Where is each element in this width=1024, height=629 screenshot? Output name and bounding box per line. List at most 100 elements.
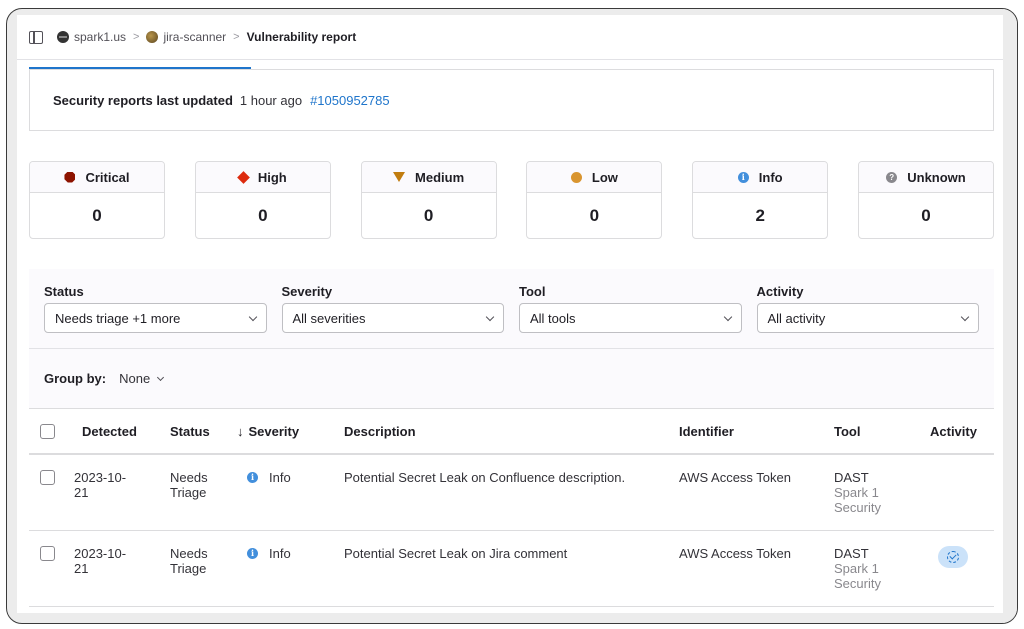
unknown-severity-icon: ? — [886, 171, 898, 183]
filter-label: Tool — [519, 284, 546, 299]
description-link[interactable]: Potential Secret Leak on Jira comment — [344, 546, 679, 561]
severity-value: i Info — [237, 546, 344, 561]
vulnerability-table: Detected Status ↓ Severity Description Id… — [29, 409, 994, 607]
severity-card-unknown: ? Unknown 0 — [857, 161, 994, 239]
tool-filter: Tool All tools — [519, 284, 742, 348]
chevron-right-icon: > — [233, 31, 240, 43]
severity-card-count: 0 — [258, 206, 268, 225]
row-checkbox[interactable] — [40, 546, 55, 561]
status-value: Needs Triage — [170, 546, 237, 576]
chevron-down-icon — [485, 312, 495, 321]
severity-card-label: Medium — [415, 169, 465, 185]
severity-value: i Info — [237, 470, 344, 485]
filter-value: All tools — [530, 310, 576, 326]
column-header-severity[interactable]: ↓ Severity — [237, 424, 344, 439]
severity-card-high: High 0 — [194, 161, 331, 239]
column-header-activity: Activity — [930, 423, 977, 439]
tool-filter-dropdown[interactable]: All tools — [519, 303, 742, 333]
status-part: Needs — [170, 470, 208, 485]
severity-card-label: Critical — [85, 169, 130, 185]
detected-date: 2023-10- 21 — [74, 470, 170, 500]
severity-filter-dropdown[interactable]: All severities — [281, 303, 504, 333]
pipeline-link[interactable]: #1050952785 — [310, 93, 390, 108]
row-checkbox[interactable] — [40, 470, 55, 485]
status-filter-dropdown[interactable]: Needs triage +1 more — [44, 303, 267, 333]
detected-date-part: 2023-10- — [74, 470, 127, 485]
severity-card-critical: Critical 0 — [29, 161, 165, 239]
group-by-value: None — [119, 371, 151, 386]
project-avatar-icon — [146, 31, 159, 43]
column-header-identifier[interactable]: Identifier — [679, 424, 834, 439]
high-severity-icon — [236, 170, 250, 184]
vertical-scrollbar[interactable] — [1003, 9, 1017, 623]
severity-card-info: i Info 2 — [692, 161, 829, 239]
severity-summary: Critical 0 High 0 Medium 0 Low 0 i Info 2… — [29, 161, 994, 239]
status-part: Triage — [170, 561, 207, 576]
description-link[interactable]: Potential Secret Leak on Confluence desc… — [344, 470, 679, 485]
status-part: Triage — [170, 485, 207, 500]
filter-value: All activity — [767, 310, 826, 326]
chevron-down-icon — [723, 312, 732, 321]
breadcrumb-project-link[interactable]: jira-scanner — [163, 30, 226, 44]
severity-card-medium: Medium 0 — [360, 161, 497, 239]
group-by-label: Group by: — [44, 371, 107, 386]
identifier-value: AWS Access Token — [679, 546, 791, 561]
severity-card-count: 2 — [755, 206, 765, 225]
tool-name: DAST — [834, 546, 869, 561]
severity-card-label: Info — [758, 169, 783, 185]
top-bar: spark1.us > jira-scanner > Vulnerability… — [17, 15, 1003, 60]
column-header-status[interactable]: Status — [170, 424, 237, 439]
column-header-tool[interactable]: Tool — [834, 424, 930, 439]
severity-filter: Severity All severities — [281, 284, 504, 348]
column-header-label: Severity — [248, 423, 300, 439]
group-by-bar: Group by: None — [29, 349, 994, 409]
chevron-right-icon: > — [133, 31, 140, 43]
table-row: 2023-10- 21 Needs Triage i Info Potential S… — [29, 455, 994, 531]
info-severity-icon: i — [737, 171, 749, 183]
critical-severity-icon — [64, 171, 76, 183]
detected-date-part: 21 — [74, 485, 89, 500]
filter-label: Status — [44, 284, 84, 299]
identifier-value: AWS Access Token — [679, 470, 791, 485]
detected-date-part: 2023-10- — [74, 546, 127, 561]
table-row: 2023-10- 21 Needs Triage i Info Potential S… — [29, 531, 994, 607]
status-filter: Status Needs triage +1 more — [44, 284, 267, 348]
report-updated-time: 1 hour ago — [239, 92, 303, 108]
severity-label: Info — [269, 470, 291, 485]
detected-date: 2023-10- 21 — [74, 546, 170, 576]
info-severity-icon: i — [247, 548, 258, 559]
severity-label: Info — [269, 546, 291, 561]
low-severity-icon — [570, 171, 582, 183]
resolved-activity-badge[interactable] — [938, 546, 968, 568]
severity-card-label: Low — [591, 169, 618, 185]
filter-value: Needs triage +1 more — [55, 310, 181, 326]
report-updated-label: Security reports last updated — [53, 92, 233, 108]
group-by-dropdown[interactable]: None — [119, 371, 165, 386]
select-all-checkbox[interactable] — [40, 423, 55, 439]
tool-value: DAST Spark 1 Security — [834, 470, 930, 515]
severity-card-count: 0 — [92, 206, 102, 225]
tool-vendor: Spark 1 — [834, 485, 879, 500]
filter-label: Severity — [281, 284, 333, 299]
column-header-detected[interactable]: Detected — [74, 424, 170, 439]
tool-value: DAST Spark 1 Security — [834, 546, 930, 591]
breadcrumb-group-link[interactable]: spark1.us — [74, 30, 126, 44]
info-severity-icon: i — [247, 472, 258, 483]
detected-date-part: 21 — [74, 561, 89, 576]
activity-filter-dropdown[interactable]: All activity — [756, 303, 979, 333]
tool-vendor: Security — [834, 500, 881, 515]
severity-card-count: 0 — [423, 206, 434, 225]
window-frame: spark1.us > jira-scanner > Vulnerability… — [6, 8, 1018, 624]
group-avatar-icon — [57, 31, 69, 43]
tool-vendor: Spark 1 — [834, 561, 879, 576]
column-header-description[interactable]: Description — [344, 424, 679, 439]
severity-card-count: 0 — [589, 206, 600, 225]
severity-card-low: Low 0 — [526, 161, 663, 239]
sidebar-toggle-icon[interactable] — [29, 30, 43, 44]
sort-descending-icon: ↓ — [237, 423, 244, 439]
page-viewport: spark1.us > jira-scanner > Vulnerability… — [17, 15, 1003, 613]
filter-bar: Status Needs triage +1 more Severity All… — [29, 269, 994, 349]
status-part: Needs — [170, 546, 208, 561]
severity-card-count: 0 — [921, 206, 931, 225]
breadcrumb-current: Vulnerability report — [246, 30, 357, 44]
